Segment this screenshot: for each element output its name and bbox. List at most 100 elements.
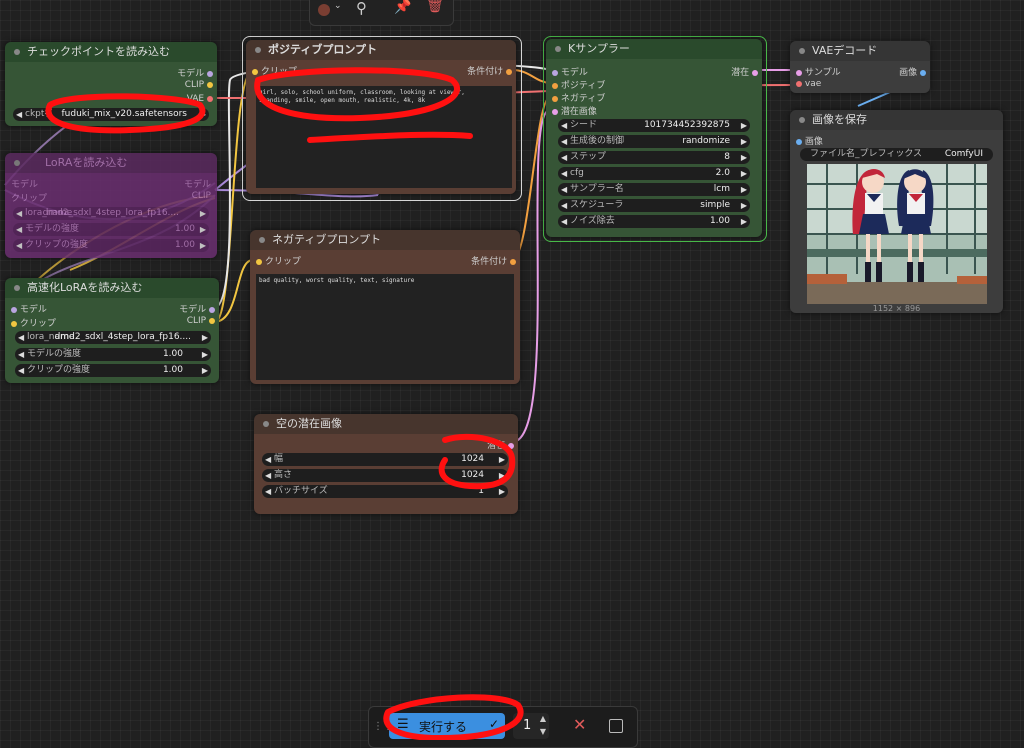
positive-prompt-textarea[interactable]: girl, solo, school uniform, classroom, l… [256,86,512,188]
input-latent-dot[interactable] [552,108,558,115]
arrow-left-icon[interactable]: ◀ [561,167,567,180]
output-clip-dot[interactable] [209,317,215,324]
output-conditioning-dot[interactable] [510,258,516,265]
cancel-icon[interactable]: ✕ [573,715,586,734]
trash-icon[interactable]: 🗑 [426,0,444,14]
cfg-widget[interactable]: ◀ cfg 2.0 ▶ [558,167,750,180]
arrow-left-icon[interactable]: ◀ [18,331,24,344]
save-image-node[interactable]: 画像を保存 画像 ファイル名_プレフィックス ComfyUI 1152 × 89… [790,110,1003,313]
vae-decode-node[interactable]: VAEデコード サンプル vae 画像 [790,41,930,93]
empty-latent-node[interactable]: 空の潜在画像 潜在 ◀ 幅 1024 ▶ ◀ 高さ 1024 ▶ ◀ バッチサイ… [254,414,518,514]
color-circle-icon[interactable] [318,4,330,16]
output-image-dot[interactable] [920,69,926,76]
output-model-dot[interactable] [207,70,213,77]
chevron-down-icon[interactable]: ▼ [540,727,546,736]
batch-count-input[interactable]: 1 ▲ ▼ [513,713,549,739]
arrow-left-icon[interactable]: ◀ [18,348,24,361]
arrow-left-icon[interactable]: ◀ [16,223,22,236]
output-latent-dot[interactable] [752,69,758,76]
arrow-right-icon[interactable]: ▶ [202,364,208,377]
output-latent-dot[interactable] [508,442,514,449]
clip-strength-widget[interactable]: ◀ クリップの強度 1.00 ▶ [13,239,209,252]
arrow-left-icon[interactable]: ◀ [16,239,22,252]
arrow-right-icon[interactable]: ▶ [200,223,206,236]
chevron-down-icon[interactable]: ⌄ [334,1,342,11]
input-clip-dot[interactable] [11,320,17,327]
arrow-left-icon[interactable]: ◀ [561,215,567,228]
arrow-right-icon[interactable]: ▶ [499,485,505,498]
output-vae-dot[interactable] [207,95,213,102]
clip-strength-widget[interactable]: ◀ クリップの強度 1.00 ▶ [15,364,211,377]
wand-icon[interactable]: ⚲ [356,0,367,17]
ckpt-name-widget[interactable]: ◀ ckpt名 fuduki_mix_v20.safetensors ▶ [13,108,209,121]
generated-image-preview[interactable] [807,164,987,304]
arrow-left-icon[interactable]: ◀ [265,453,271,466]
arrow-right-icon[interactable]: ▶ [200,207,206,220]
arrow-right-icon[interactable]: ▶ [202,348,208,361]
negative-prompt-node[interactable]: ネガティブプロンプト クリップ 条件付け bad quality, worst … [250,230,520,384]
model-strength-widget[interactable]: ◀ モデルの強度 1.00 ▶ [15,348,211,361]
arrow-left-icon[interactable]: ◀ [265,485,271,498]
denoise-widget[interactable]: ◀ ノイズ除去 1.00 ▶ [558,215,750,228]
model-strength-widget[interactable]: ◀ モデルの強度 1.00 ▶ [13,223,209,236]
chevron-up-icon[interactable]: ▲ [540,714,546,723]
input-model-dot[interactable] [552,69,558,76]
arrow-left-icon[interactable]: ◀ [561,199,567,212]
output-conditioning-dot[interactable] [506,68,512,75]
height-widget[interactable]: ◀ 高さ 1024 ▶ [262,469,508,482]
pin-icon[interactable]: 📌 [394,0,411,15]
stop-square-icon[interactable] [609,719,623,733]
arrow-left-icon[interactable]: ◀ [561,119,567,132]
arrow-right-icon[interactable]: ▶ [741,199,747,212]
input-clip-dot[interactable] [252,68,258,75]
arrow-right-icon[interactable]: ▶ [741,119,747,132]
lora-name-widget[interactable]: ◀ lora_name dmd2_sdxl_4step_lora_fp16...… [13,207,209,220]
batch-size-widget[interactable]: ◀ バッチサイズ 1 ▶ [262,485,508,498]
lora-loader-bypassed-node[interactable]: LoRAを読み込む モデル クリップ モデル CLIP ◀ lora_name … [5,153,217,258]
ksampler-node[interactable]: Kサンプラー モデル ポジティブ ネガティブ 潜在画像 潜在 ◀ シード 101… [546,39,762,237]
arrow-left-icon[interactable]: ◀ [18,364,24,377]
arrow-left-icon[interactable]: ◀ [16,108,22,121]
width-widget[interactable]: ◀ 幅 1024 ▶ [262,453,508,466]
input-clip-dot[interactable] [256,258,262,265]
image-size-label: 1152 × 896 [872,304,921,313]
arrow-left-icon[interactable]: ◀ [561,135,567,148]
arrow-right-icon[interactable]: ▶ [200,239,206,252]
lora-name-widget[interactable]: ◀ lora_name dmd2_sdxl_4step_lora_fp16...… [15,331,211,344]
output-model-dot[interactable] [209,306,215,313]
sampler-name-widget[interactable]: ◀ サンプラー名 lcm ▶ [558,183,750,196]
positive-prompt-node[interactable]: ポジティブプロンプト クリップ 条件付け girl, solo, school … [246,40,516,194]
arrow-left-icon[interactable]: ◀ [561,151,567,164]
arrow-right-icon[interactable]: ▶ [499,469,505,482]
chevron-check-icon[interactable]: ✓ [489,717,499,731]
arrow-right-icon[interactable]: ▶ [741,151,747,164]
input-samples-dot[interactable] [796,69,802,76]
input-images-dot[interactable] [796,138,802,145]
node-title: LoRAを読み込む [5,153,217,173]
arrow-right-icon[interactable]: ▶ [741,215,747,228]
fast-lora-loader-node[interactable]: 高速化LoRAを読み込む モデル クリップ モデル CLIP ◀ lora_na… [5,278,219,383]
checkpoint-loader-node[interactable]: チェックポイントを読み込む モデル CLIP VAE ◀ ckpt名 fuduk… [5,42,217,126]
scheduler-widget[interactable]: ◀ スケジューラ simple ▶ [558,199,750,212]
arrow-right-icon[interactable]: ▶ [741,183,747,196]
negative-prompt-textarea[interactable]: bad quality, worst quality, text, signat… [256,274,514,380]
steps-widget[interactable]: ◀ ステップ 8 ▶ [558,151,750,164]
arrow-right-icon[interactable]: ▶ [741,135,747,148]
arrow-left-icon[interactable]: ◀ [561,183,567,196]
output-clip-dot[interactable] [207,81,213,88]
seed-widget[interactable]: ◀ シード 101734452392875 ▶ [558,119,750,132]
input-vae-dot[interactable] [796,80,802,87]
input-positive-dot[interactable] [552,82,558,89]
arrow-right-icon[interactable]: ▶ [202,331,208,344]
arrow-right-icon[interactable]: ▶ [741,167,747,180]
arrow-right-icon[interactable]: ▶ [499,453,505,466]
input-model-dot[interactable] [11,306,17,313]
run-button[interactable]: ☰ 実行する ✓ [389,713,505,739]
control-after-generate-widget[interactable]: ◀ 生成後の制御 randomize ▶ [558,135,750,148]
filename-prefix-widget[interactable]: ファイル名_プレフィックス ComfyUI [800,148,993,161]
arrow-left-icon[interactable]: ◀ [16,207,22,220]
input-negative-dot[interactable] [552,95,558,102]
arrow-right-icon[interactable]: ▶ [200,108,206,121]
output-vae-label: VAE [186,94,205,104]
arrow-left-icon[interactable]: ◀ [265,469,271,482]
